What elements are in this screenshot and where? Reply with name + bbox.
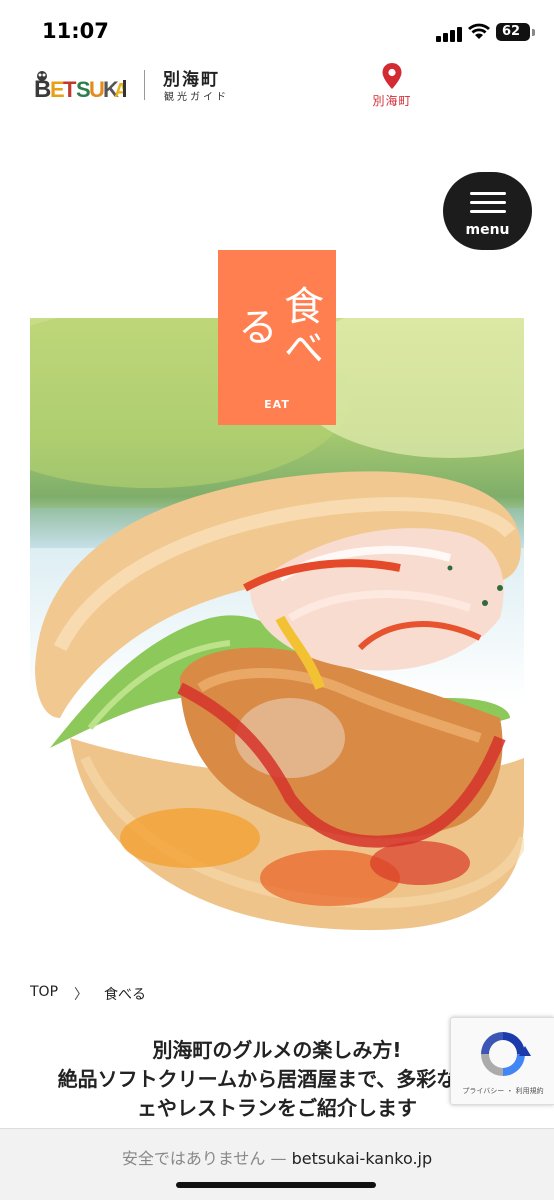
breadcrumb-home-link[interactable]: TOP (30, 984, 58, 1004)
recaptcha-icon (481, 1032, 531, 1076)
site-logo[interactable]: B E T S U K A (34, 66, 128, 103)
svg-text:B: B (34, 76, 51, 102)
breadcrumb-current: 食べる (104, 987, 147, 1003)
category-title: 食べる (231, 284, 323, 369)
svg-text:T: T (63, 77, 77, 102)
category-subtitle: EAT (264, 398, 290, 411)
breadcrumb: TOP 〉 食べる (30, 984, 146, 1004)
guide-label: 観光ガイド (164, 92, 229, 103)
site-header: B E T S U K A 別海町 観光ガイド 別海町 (0, 60, 554, 120)
cellular-signal-icon (436, 26, 462, 42)
logo-divider (144, 70, 145, 100)
menu-label: menu (465, 222, 510, 238)
map-label: 別海町 (372, 94, 412, 108)
category-badge: 食べる EAT (218, 250, 336, 425)
breadcrumb-separator: 〉 (74, 987, 89, 1003)
recaptcha-text: プライバシー ・ 利用規約 (462, 1087, 544, 1095)
map-pin-icon (382, 63, 402, 89)
home-indicator (176, 1182, 376, 1188)
hamburger-icon-bar (470, 210, 506, 213)
browser-address-bar[interactable]: 安全ではありません — betsukai-kanko.jp (0, 1128, 554, 1200)
menu-button[interactable]: menu (443, 172, 532, 250)
betsukai-logo-icon: B E T S U K A (34, 71, 128, 103)
battery-icon: 62 (496, 23, 530, 41)
hamburger-icon (470, 192, 506, 195)
domain-label: betsukai-kanko.jp (291, 1149, 433, 1168)
town-name: 別海町 (163, 70, 220, 90)
battery-level: 62 (501, 24, 521, 39)
address-text[interactable]: 安全ではありません — betsukai-kanko.jp (0, 1145, 554, 1169)
wifi-icon (468, 23, 490, 39)
battery-cap (532, 29, 535, 36)
status-bar: 11:07 62 (0, 0, 554, 60)
recaptcha-badge[interactable]: プライバシー ・ 利用規約 (450, 1017, 554, 1105)
insecure-label: 安全ではありません — (121, 1149, 287, 1168)
hamburger-icon-bar (470, 201, 506, 204)
map-link[interactable]: 別海町 (366, 62, 418, 114)
status-time: 11:07 (42, 19, 109, 43)
